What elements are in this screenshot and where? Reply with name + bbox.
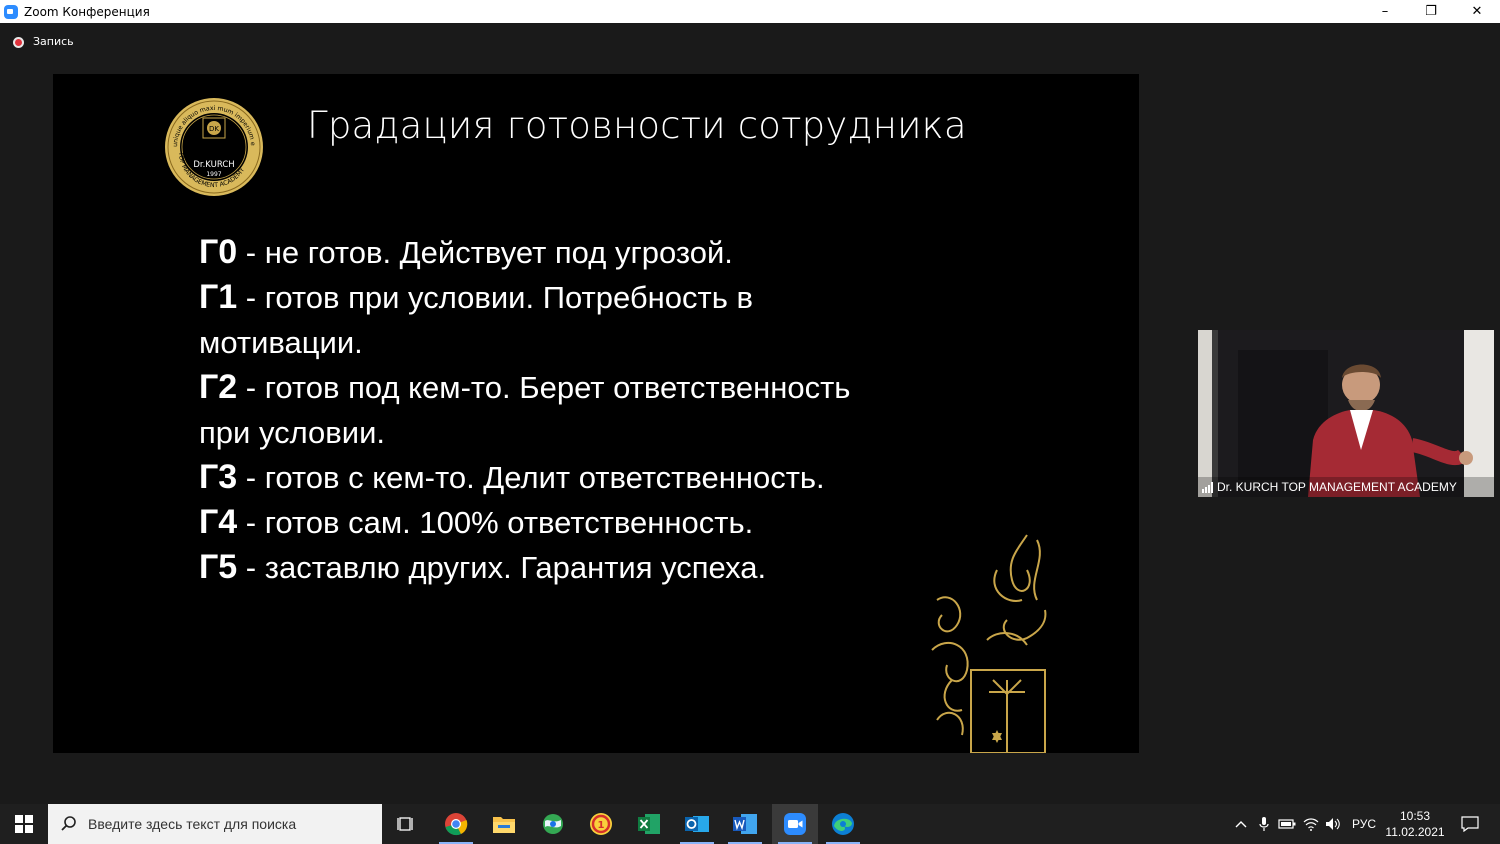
clock-date: 11.02.2021	[1385, 825, 1445, 839]
clock-time: 10:53	[1399, 809, 1431, 823]
list-item: Г1 - готов при условии. Потребность в	[199, 275, 999, 320]
zoom-app-icon	[4, 4, 18, 19]
level-code: Г3	[199, 458, 238, 496]
level-text: - готов сам. 100% ответственность.	[237, 505, 754, 540]
task-view-icon	[397, 817, 413, 831]
level-code: Г4	[199, 503, 238, 541]
taskbar-app-word[interactable]	[722, 804, 768, 844]
tray-chevron-up-icon[interactable]	[1230, 804, 1252, 844]
taskbar-app-edge[interactable]	[820, 804, 866, 844]
recording-icon[interactable]	[13, 37, 24, 48]
notifications-button[interactable]	[1450, 804, 1490, 844]
heraldic-crest-decoration	[931, 534, 1047, 753]
academy-logo: unique aliquo maxi mum imperium est TOP …	[163, 96, 263, 196]
taskbar-app-maps[interactable]	[530, 804, 576, 844]
edge-icon	[832, 813, 854, 835]
start-button[interactable]	[0, 804, 48, 844]
zoom-icon	[784, 813, 806, 835]
restore-button[interactable]: ❐	[1408, 0, 1454, 23]
participant-name: Dr. KURCH TOP MANAGEMENT ACADEMY	[1217, 480, 1457, 494]
level-text: - готов под кем-то. Берет ответственност…	[237, 370, 851, 405]
level-text: - не готов. Действует под угрозой.	[237, 235, 733, 270]
tray-microphone-icon[interactable]	[1254, 804, 1274, 844]
level-code: Г2	[199, 368, 238, 406]
file-explorer-icon	[493, 817, 515, 833]
recording-label[interactable]: Запись	[33, 35, 74, 48]
logo-year: 1997	[206, 171, 221, 178]
list-item: Г4 - готов сам. 100% ответственность.	[199, 500, 999, 545]
task-view-button[interactable]	[383, 804, 429, 844]
taskbar-app-chrome[interactable]	[433, 804, 479, 844]
outlook-icon	[685, 816, 709, 832]
taskbar-app-excel[interactable]	[626, 804, 672, 844]
list-item: Г3 - готов с кем-то. Делит ответственнос…	[199, 455, 999, 500]
slide-title: Градация готовности сотрудника	[307, 104, 967, 147]
taskbar-app-explorer[interactable]	[481, 804, 527, 844]
level-text: мотивации.	[199, 325, 363, 360]
window-controls: – ❐ ✕	[1362, 0, 1500, 23]
shared-screen-slide: unique aliquo maxi mum imperium est TOP …	[53, 74, 1139, 753]
tray-battery-icon[interactable]	[1276, 804, 1298, 844]
chrome-icon	[445, 813, 468, 836]
logo-monogram: DK	[209, 125, 219, 133]
window-titlebar: Zoom Конференция – ❐ ✕	[0, 0, 1500, 23]
maps-icon	[543, 814, 563, 834]
tray-wifi-icon[interactable]	[1300, 804, 1322, 844]
excel-icon	[638, 814, 660, 834]
word-icon	[733, 814, 757, 834]
taskbar-app-1c[interactable]: 1	[578, 804, 624, 844]
logo-name: Dr.KURCH	[193, 160, 234, 170]
readiness-levels-list: Г0 - не готов. Действует под угрозой. Г1…	[199, 230, 999, 590]
level-text: - готов с кем-то. Делит ответственность.	[237, 460, 825, 495]
participant-video-tile[interactable]: Dr. KURCH TOP MANAGEMENT ACADEMY	[1198, 330, 1494, 497]
tray-clock[interactable]: 10:53 11.02.2021	[1383, 808, 1447, 840]
svg-text:1: 1	[598, 820, 605, 831]
list-item: Г5 - заставлю других. Гарантия успеха.	[199, 545, 999, 590]
taskbar-search-box[interactable]: Введите здесь текст для поиска	[48, 804, 382, 844]
list-item: Г2 - готов под кем-то. Берет ответственн…	[199, 365, 999, 410]
signal-strength-icon	[1202, 481, 1213, 493]
list-item: Г0 - не готов. Действует под угрозой.	[199, 230, 999, 275]
list-item: мотивации.	[199, 320, 999, 365]
taskbar-app-zoom[interactable]	[772, 804, 818, 844]
level-text: - готов при условии. Потребность в	[237, 280, 753, 315]
window-title: Zoom Конференция	[24, 4, 150, 19]
level-text: - заставлю других. Гарантия успеха.	[237, 550, 767, 585]
taskbar-app-outlook[interactable]	[674, 804, 720, 844]
search-icon	[61, 816, 76, 831]
close-button[interactable]: ✕	[1454, 0, 1500, 23]
level-code: Г0	[199, 233, 238, 271]
participant-name-bar: Dr. KURCH TOP MANAGEMENT ACADEMY	[1198, 477, 1494, 497]
1c-icon: 1	[590, 813, 612, 835]
notification-icon	[1461, 816, 1479, 832]
windows-logo-icon	[15, 815, 33, 833]
tray-volume-icon[interactable]	[1322, 804, 1344, 844]
recording-bar: Запись	[0, 23, 1500, 63]
list-item: при условии.	[199, 410, 999, 455]
tray-language[interactable]: РУС	[1346, 804, 1382, 844]
level-code: Г1	[199, 278, 238, 316]
level-text: при условии.	[199, 415, 385, 450]
windows-taskbar: Введите здесь текст для поиска 1 РУС 10:…	[0, 804, 1500, 844]
minimize-button[interactable]: –	[1362, 0, 1408, 23]
search-placeholder: Введите здесь текст для поиска	[88, 816, 297, 832]
level-code: Г5	[199, 548, 238, 586]
participant-video-feed	[1198, 330, 1494, 497]
